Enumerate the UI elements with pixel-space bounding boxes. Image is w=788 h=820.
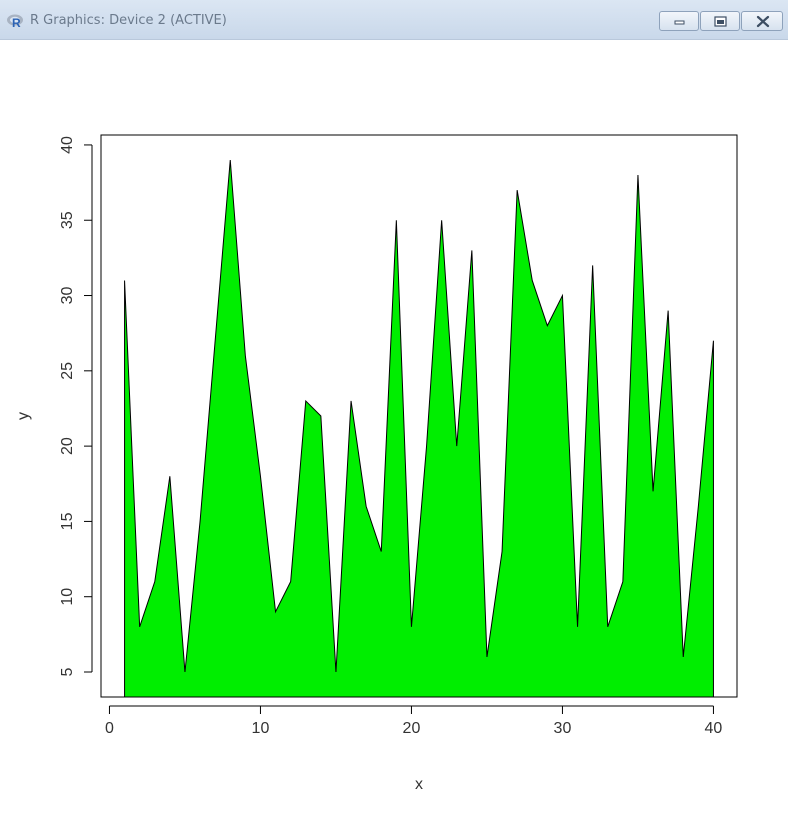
r-graphics-window: R R Graphics: Device 2 (ACTIVE) 0 10 20 30 4… <box>0 0 788 820</box>
maximize-icon <box>714 16 727 27</box>
x-tick-label: 10 <box>252 720 270 737</box>
r-logo-icon[interactable]: R <box>6 13 24 30</box>
x-tick-label: 40 <box>705 720 723 737</box>
y-axis-label: y <box>15 412 32 420</box>
area-series <box>124 159 714 698</box>
maximize-button[interactable] <box>700 11 740 31</box>
minimize-button[interactable] <box>659 11 699 31</box>
y-tick-label: 30 <box>59 287 76 305</box>
window-title: R Graphics: Device 2 (ACTIVE) <box>30 13 227 28</box>
plot-area: 0 10 20 30 40 5 10 15 20 25 30 35 40 x y <box>0 40 788 820</box>
close-icon <box>756 15 770 28</box>
x-tick-label: 20 <box>403 720 421 737</box>
y-tick-label: 35 <box>59 211 76 229</box>
svg-text:R: R <box>12 16 21 29</box>
y-tick-label: 5 <box>59 667 76 676</box>
close-button[interactable] <box>741 11 783 31</box>
y-tick-label: 40 <box>59 136 76 154</box>
y-tick-label: 25 <box>59 362 76 380</box>
y-tick-label: 10 <box>59 588 76 606</box>
title-bar[interactable]: R R Graphics: Device 2 (ACTIVE) <box>0 0 788 40</box>
area-chart: 0 10 20 30 40 5 10 15 20 25 30 35 40 x y <box>15 134 738 793</box>
y-tick-label: 15 <box>59 512 76 530</box>
x-axis-label: x <box>415 776 423 793</box>
minimize-icon <box>674 20 685 25</box>
x-tick-label: 30 <box>554 720 572 737</box>
x-tick-label: 0 <box>105 720 114 737</box>
y-tick-label: 20 <box>59 437 76 455</box>
